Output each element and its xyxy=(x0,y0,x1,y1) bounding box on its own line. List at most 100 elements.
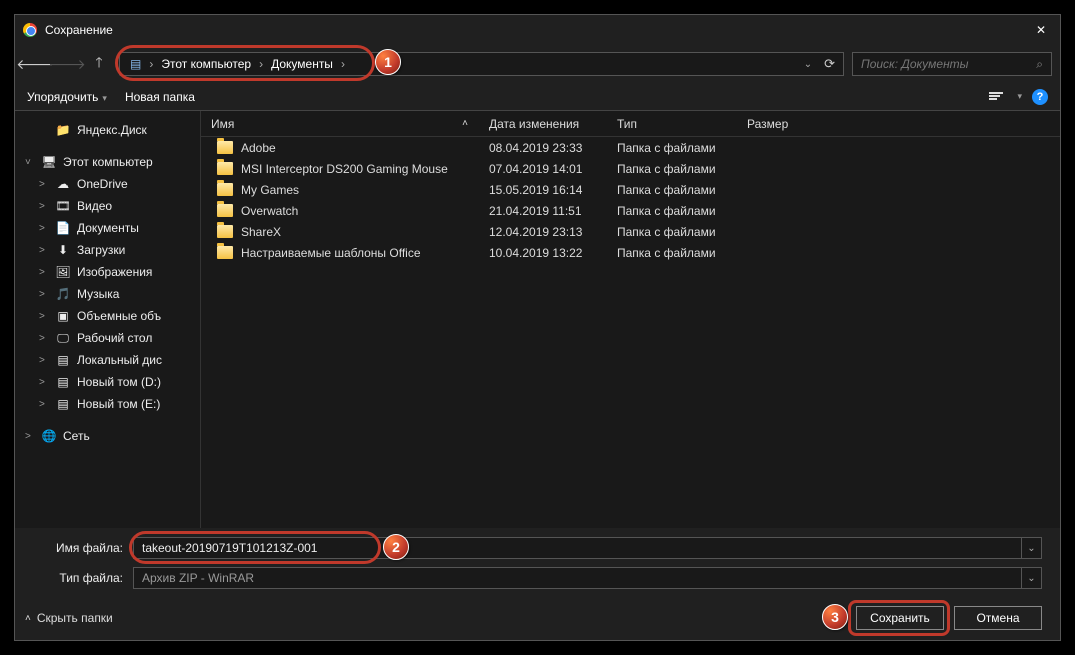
tree-item[interactable]: >📄Документы xyxy=(19,217,200,239)
folder-tree: 📁Яндекс.Диск˅🖥Этот компьютер>☁OneDrive>🎞… xyxy=(15,111,201,528)
folder-icon xyxy=(217,141,233,154)
folder-icon xyxy=(217,183,233,196)
file-row[interactable]: Overwatch21.04.2019 11:51Папка с файлами xyxy=(201,200,1060,221)
file-row[interactable]: My Games15.05.2019 16:14Папка с файлами xyxy=(201,179,1060,200)
bottom-panel: Имя файла: takeout-20190719T101213Z-001 … xyxy=(15,528,1060,596)
file-name: Настраиваемые шаблоны Office xyxy=(241,246,421,260)
tree-label: Локальный дис xyxy=(77,353,162,367)
file-type: Папка с файлами xyxy=(607,204,737,218)
refresh-button[interactable]: ⟳ xyxy=(824,56,835,72)
back-button[interactable]: 🡐 xyxy=(23,52,47,76)
cloud-icon: ☁ xyxy=(55,176,71,192)
view-dropdown[interactable]: ▾ xyxy=(1017,91,1022,102)
file-date: 15.05.2019 16:14 xyxy=(479,183,607,197)
file-type: Папка с файлами xyxy=(607,246,737,260)
tree-item[interactable]: >▤Новый том (D:) xyxy=(19,371,200,393)
tree-item[interactable]: >🖼Изображения xyxy=(19,261,200,283)
filetype-label: Тип файла: xyxy=(33,571,133,585)
chevron-down-icon[interactable]: ⌄ xyxy=(804,59,812,70)
search-input[interactable]: Поиск: Документы ⌕ xyxy=(852,52,1052,76)
file-type: Папка с файлами xyxy=(607,141,737,155)
save-button[interactable]: Сохранить xyxy=(856,606,944,630)
new-folder-button[interactable]: Новая папка xyxy=(125,90,195,104)
file-row[interactable]: MSI Interceptor DS200 Gaming Mouse07.04.… xyxy=(201,158,1060,179)
file-name: Adobe xyxy=(241,141,276,155)
badge-1: 1 xyxy=(375,49,401,75)
expand-icon[interactable]: > xyxy=(39,377,49,388)
tree-label: Объемные объ xyxy=(77,309,161,323)
expand-icon[interactable]: > xyxy=(25,431,35,442)
tree-item[interactable]: > ⬇ Загрузки xyxy=(19,239,200,261)
tree-label: Новый том (D:) xyxy=(77,375,161,389)
expand-icon[interactable]: ˅ xyxy=(25,157,35,168)
navbar: 🡐 🡒 🡑 ▤ › Этот компьютер › Документы › 1… xyxy=(15,45,1060,83)
folder-icon xyxy=(217,162,233,175)
file-type: Папка с файлами xyxy=(607,162,737,176)
file-row[interactable]: ShareX12.04.2019 23:13Папка с файлами xyxy=(201,221,1060,242)
filename-input[interactable]: takeout-20190719T101213Z-001 xyxy=(133,537,1022,559)
tree-item[interactable]: >🎵Музыка xyxy=(19,283,200,305)
tree-label: Видео xyxy=(77,199,112,213)
tree-item[interactable]: 📁Яндекс.Диск xyxy=(19,119,200,141)
col-size[interactable]: Размер xyxy=(737,111,827,136)
tree-item[interactable]: >▤Новый том (E:) xyxy=(19,393,200,415)
col-name[interactable]: Имя˄ xyxy=(201,111,479,136)
col-type[interactable]: Тип xyxy=(607,111,737,136)
pc-icon: 🖥 xyxy=(41,154,57,170)
address-remainder[interactable]: ⌄ ⟳ xyxy=(368,52,844,76)
file-date: 12.04.2019 23:13 xyxy=(479,225,607,239)
filename-row: Имя файла: takeout-20190719T101213Z-001 … xyxy=(33,536,1042,560)
expand-icon[interactable]: > xyxy=(39,311,49,322)
tree-label: Рабочий стол xyxy=(77,331,152,345)
expand-icon[interactable]: > xyxy=(39,333,49,344)
filetype-dropdown[interactable]: ⌄ xyxy=(1022,567,1042,589)
expand-icon[interactable]: > xyxy=(39,245,49,256)
expand-icon[interactable]: > xyxy=(39,399,49,410)
filetype-row: Тип файла: Архив ZIP - WinRAR ⌄ xyxy=(33,566,1042,590)
expand-icon[interactable]: > xyxy=(39,355,49,366)
file-row[interactable]: Настраиваемые шаблоны Office10.04.2019 1… xyxy=(201,242,1060,263)
page-icon: ▤ xyxy=(130,57,141,71)
tree-item[interactable]: >▤Локальный дис xyxy=(19,349,200,371)
folder-icon xyxy=(217,246,233,259)
hide-folders-toggle[interactable]: ˄Скрыть папки xyxy=(25,611,113,625)
organize-menu[interactable]: Упорядочить▾ xyxy=(27,90,107,104)
expand-icon[interactable]: > xyxy=(39,201,49,212)
tree-item[interactable]: ˅🖥Этот компьютер xyxy=(19,151,200,173)
expand-icon[interactable]: > xyxy=(39,179,49,190)
breadcrumb[interactable]: ▤ › Этот компьютер › Документы › xyxy=(119,52,369,76)
tree-item[interactable]: > 🖵 Рабочий стол xyxy=(19,327,200,349)
file-date: 07.04.2019 14:01 xyxy=(479,162,607,176)
col-date[interactable]: Дата изменения xyxy=(479,111,607,136)
tree-label: Сеть xyxy=(63,429,90,443)
file-list-header: Имя˄ Дата изменения Тип Размер xyxy=(201,111,1060,137)
actions-row: ˄Скрыть папки Сохранить Отмена 3 xyxy=(15,596,1060,640)
window-title: Сохранение xyxy=(45,23,113,37)
view-mode-button[interactable] xyxy=(989,92,1003,102)
up-button[interactable]: 🡑 xyxy=(87,52,111,76)
down-icon: ⬇ xyxy=(55,242,71,258)
close-button[interactable]: ✕ xyxy=(1030,23,1052,37)
help-button[interactable]: ? xyxy=(1032,89,1048,105)
expand-icon[interactable]: > xyxy=(39,223,49,234)
tree-label: Загрузки xyxy=(77,243,125,257)
breadcrumb-docs[interactable]: Документы xyxy=(271,57,333,71)
tree-item[interactable]: >▣Объемные объ xyxy=(19,305,200,327)
desk-icon: 🖵 xyxy=(55,330,71,346)
filename-label: Имя файла: xyxy=(33,541,133,555)
expand-icon[interactable]: > xyxy=(39,289,49,300)
drive-icon: ▤ xyxy=(55,396,71,412)
folder-icon xyxy=(217,204,233,217)
breadcrumb-pc[interactable]: Этот компьютер xyxy=(161,57,251,71)
tree-item[interactable]: >🎞Видео xyxy=(19,195,200,217)
cancel-button[interactable]: Отмена xyxy=(954,606,1042,630)
tree-item[interactable]: >☁OneDrive xyxy=(19,173,200,195)
forward-button[interactable]: 🡒 xyxy=(55,52,79,76)
file-row[interactable]: Adobe08.04.2019 23:33Папка с файлами xyxy=(201,137,1060,158)
filetype-select[interactable]: Архив ZIP - WinRAR xyxy=(133,567,1022,589)
filename-dropdown[interactable]: ⌄ xyxy=(1022,537,1042,559)
tree-item[interactable]: >🌐Сеть xyxy=(19,425,200,447)
expand-icon[interactable]: > xyxy=(39,267,49,278)
music-icon: 🎵 xyxy=(55,286,71,302)
toolbar: Упорядочить▾ Новая папка ▾ ? xyxy=(15,83,1060,111)
